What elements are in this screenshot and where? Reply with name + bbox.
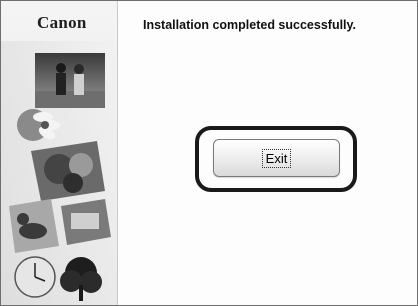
- exit-highlight-frame: Exit: [195, 126, 357, 192]
- status-title: Installation completed successfully.: [143, 18, 357, 32]
- side-panel: Canon: [1, 1, 118, 305]
- clock-photo: [14, 256, 56, 298]
- canon-logo: Canon: [37, 13, 87, 32]
- table-photo: [61, 199, 111, 245]
- dog-photo: [9, 199, 59, 253]
- exit-button-label: Exit: [261, 148, 292, 168]
- photo-collage: [1, 41, 117, 305]
- couple-photo: [35, 53, 105, 108]
- fruit-photo: [31, 141, 105, 201]
- installer-window: Canon Installation completed successfull…: [0, 0, 418, 306]
- exit-button[interactable]: Exit: [213, 139, 340, 177]
